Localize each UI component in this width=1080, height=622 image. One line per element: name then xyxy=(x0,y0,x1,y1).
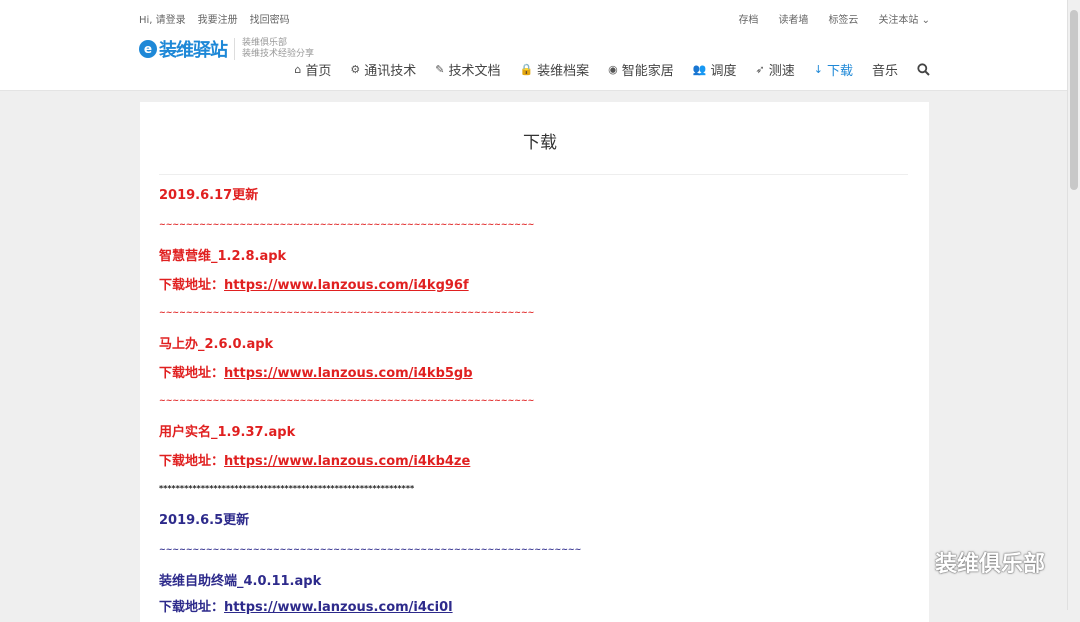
file-name: 用户实名_1.9.37.apk xyxy=(159,425,296,440)
site-header: Hi, 请登录 我要注册 找回密码 存档 读者墙 标签云 关注本站 ⌄ e 装维… xyxy=(0,0,1080,91)
watermark-text: 装维俱乐部 xyxy=(934,552,1045,577)
download-address: 下载地址：https://www.lanzous.com/i4kb5gb xyxy=(159,366,473,381)
follow-site-link[interactable]: 关注本站 ⌄ xyxy=(878,11,930,26)
file-name: 智慧营维_1.2.8.apk xyxy=(159,249,287,264)
update-date-heading: 2019.6.5更新 xyxy=(159,513,250,528)
page-title: 下载 xyxy=(523,133,557,153)
download-link[interactable]: https://www.lanzous.com/i4kb5gb xyxy=(224,366,473,381)
nav-item-comm-tech[interactable]: ⚙ 通讯技术 xyxy=(350,60,416,79)
scrollbar-thumb[interactable] xyxy=(1070,10,1078,190)
download-address: 下载地址：https://www.lanzous.com/i4kb4ze xyxy=(159,454,471,469)
users-icon: 👥 xyxy=(692,63,707,76)
nav-item-dispatch[interactable]: 👥 调度 xyxy=(693,60,737,79)
archive-link[interactable]: 存档 xyxy=(738,11,758,26)
logo-text: 装维驿站 xyxy=(159,40,228,61)
nav-item-tech-docs[interactable]: ✎ 技术文档 xyxy=(435,60,500,79)
separator-line: ~~~~~~~~~~~~~~~~~~~~~~~~~~~~~~~~~~~~~~~~… xyxy=(159,220,535,229)
cogs-icon: ⚙ xyxy=(350,63,361,76)
update-date-heading: 2019.6.17更新 xyxy=(159,188,259,203)
home-icon: ⌂ xyxy=(294,63,302,76)
file-name: 装维自助终端_4.0.11.apk xyxy=(159,574,322,589)
lock-icon: 🔒 xyxy=(519,63,534,76)
nav-item-download[interactable]: ↓ 下载 xyxy=(814,60,853,79)
download-address: 下载地址：https://www.lanzous.com/i4ci0l xyxy=(159,600,453,615)
download-address: 下载地址：https://www.lanzous.com/i4kg96f xyxy=(159,278,469,293)
wechat-watermark: 装维俱乐部 xyxy=(889,546,1045,578)
download-icon: ↓ xyxy=(813,63,823,76)
nav-item-music[interactable]: 音乐 xyxy=(872,60,898,79)
wechat-icon xyxy=(890,549,926,574)
dot-circle-icon: ◉ xyxy=(608,63,618,76)
tag-cloud-link[interactable]: 标签云 xyxy=(828,11,858,26)
main-nav: ⌂ 首页 ⚙ 通讯技术 ✎ 技术文档 🔒 装维档案 ◉ 智能家居 👥 调度 ➶ … xyxy=(294,60,930,79)
top-left-links: Hi, 请登录 我要注册 找回密码 xyxy=(139,11,290,26)
logo-separator xyxy=(234,38,235,60)
top-right-links: 存档 读者墙 标签云 关注本站 ⌄ xyxy=(738,11,930,26)
separator-line: ****************************************… xyxy=(159,484,415,493)
nav-item-smart-home[interactable]: ◉ 智能家居 xyxy=(608,60,674,79)
logo-subtitle: 装维俱乐部 装维技术经验分享 xyxy=(242,38,315,59)
nav-item-archive[interactable]: 🔒 装维档案 xyxy=(519,60,589,79)
file-name: 马上办_2.6.0.apk xyxy=(159,337,274,352)
edit-icon: ✎ xyxy=(435,63,445,76)
separator-line: ~~~~~~~~~~~~~~~~~~~~~~~~~~~~~~~~~~~~~~~~… xyxy=(159,396,535,405)
separator-line: ~~~~~~~~~~~~~~~~~~~~~~~~~~~~~~~~~~~~~~~~… xyxy=(159,545,582,554)
download-link[interactable]: https://www.lanzous.com/i4kb4ze xyxy=(224,454,470,469)
site-logo[interactable]: e 装维驿站 装维俱乐部 装维技术经验分享 xyxy=(139,36,314,62)
search-button[interactable] xyxy=(917,60,930,79)
logo-mark: e xyxy=(139,40,157,58)
separator-line: ~~~~~~~~~~~~~~~~~~~~~~~~~~~~~~~~~~~~~~~~… xyxy=(159,308,535,317)
rocket-icon: ➶ xyxy=(755,63,765,76)
title-divider xyxy=(159,174,908,175)
download-link[interactable]: https://www.lanzous.com/i4kg96f xyxy=(224,278,469,293)
post-content: 2019.6.17更新 ~~~~~~~~~~~~~~~~~~~~~~~~~~~~… xyxy=(159,187,899,617)
page-scrollbar[interactable] xyxy=(1067,0,1080,610)
register-link[interactable]: 我要注册 xyxy=(198,11,238,26)
nav-item-home[interactable]: ⌂ 首页 xyxy=(294,60,331,79)
reader-wall-link[interactable]: 读者墙 xyxy=(778,11,808,26)
search-icon xyxy=(917,63,930,76)
forgot-password-link[interactable]: 找回密码 xyxy=(250,11,290,26)
download-link[interactable]: https://www.lanzous.com/i4ci0l xyxy=(224,600,453,615)
nav-item-speedtest[interactable]: ➶ 测速 xyxy=(756,60,795,79)
login-link[interactable]: Hi, 请登录 xyxy=(139,11,186,26)
